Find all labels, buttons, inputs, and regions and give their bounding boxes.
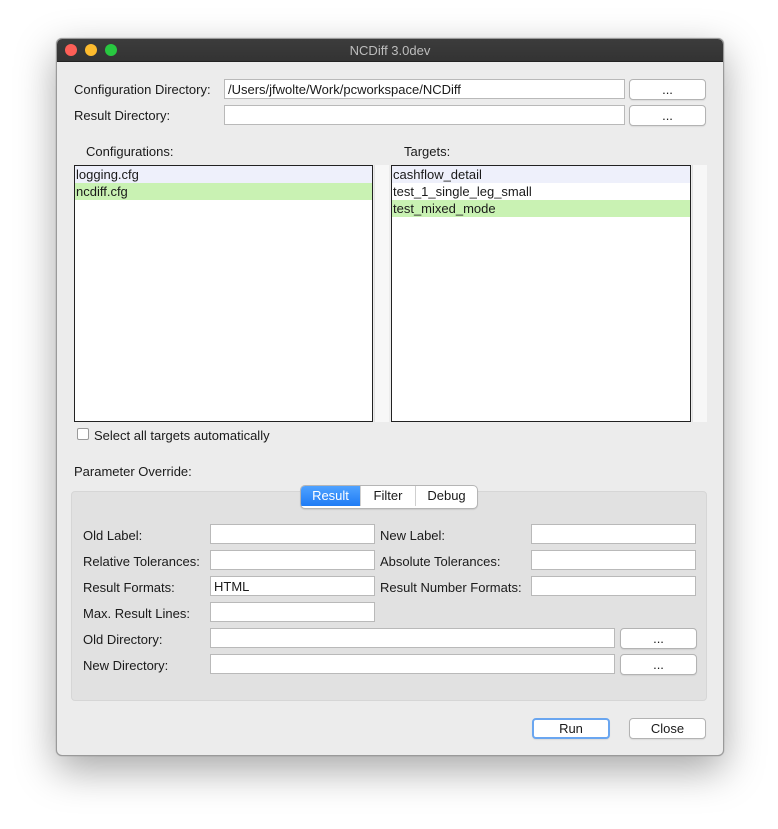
result-number-formats-label: Result Number Formats: bbox=[380, 580, 522, 595]
old-directory-browse-button[interactable]: ... bbox=[620, 628, 697, 649]
list-item[interactable]: test_1_single_leg_small bbox=[392, 183, 690, 200]
title-bar[interactable]: NCDiff 3.0dev bbox=[57, 39, 723, 62]
override-tabs: Result Filter Debug bbox=[300, 485, 478, 509]
absolute-tolerances-label: Absolute Tolerances: bbox=[380, 554, 501, 569]
targets-header: Targets: bbox=[404, 144, 451, 159]
config-directory-field[interactable]: /Users/jfwolte/Work/pcworkspace/NCDiff bbox=[224, 79, 625, 99]
old-label-field[interactable] bbox=[210, 524, 375, 544]
configurations-header: Configurations: bbox=[86, 144, 174, 159]
tab-filter[interactable]: Filter bbox=[360, 486, 415, 506]
tab-result[interactable]: Result bbox=[301, 486, 360, 506]
parameter-override-header: Parameter Override: bbox=[74, 464, 192, 479]
close-button[interactable]: Close bbox=[629, 718, 706, 739]
list-item[interactable]: test_mixed_mode bbox=[392, 200, 690, 217]
old-directory-label: Old Directory: bbox=[83, 632, 163, 647]
configurations-scrollbar[interactable] bbox=[374, 165, 389, 422]
new-directory-browse-button[interactable]: ... bbox=[620, 654, 697, 675]
result-formats-label: Result Formats: bbox=[83, 580, 175, 595]
max-result-lines-label: Max. Result Lines: bbox=[83, 606, 190, 621]
result-number-formats-field[interactable] bbox=[531, 576, 696, 596]
targets-list[interactable]: cashflow_detail test_1_single_leg_small … bbox=[391, 165, 691, 422]
select-all-checkbox[interactable] bbox=[77, 428, 89, 440]
old-label-label: Old Label: bbox=[83, 528, 143, 543]
relative-tolerances-label: Relative Tolerances: bbox=[83, 554, 200, 569]
result-directory-field[interactable] bbox=[224, 105, 625, 125]
configurations-list[interactable]: logging.cfg ncdiff.cfg bbox=[74, 165, 373, 422]
result-formats-field[interactable]: HTML bbox=[210, 576, 375, 596]
new-directory-label: New Directory: bbox=[83, 658, 169, 673]
old-directory-field[interactable] bbox=[210, 628, 615, 648]
new-directory-field[interactable] bbox=[210, 654, 615, 674]
absolute-tolerances-field[interactable] bbox=[531, 550, 696, 570]
tab-debug[interactable]: Debug bbox=[415, 486, 477, 506]
max-result-lines-field[interactable] bbox=[210, 602, 375, 622]
new-label-label: New Label: bbox=[380, 528, 446, 543]
list-item[interactable]: logging.cfg bbox=[75, 166, 372, 183]
window-title: NCDiff 3.0dev bbox=[349, 43, 431, 58]
targets-scrollbar[interactable] bbox=[692, 165, 707, 422]
config-directory-browse-button[interactable]: ... bbox=[629, 79, 706, 100]
main-window: NCDiff 3.0dev Configuration Directory: /… bbox=[56, 38, 724, 756]
relative-tolerances-field[interactable] bbox=[210, 550, 375, 570]
list-item[interactable]: cashflow_detail bbox=[392, 166, 690, 183]
new-label-field[interactable] bbox=[531, 524, 696, 544]
config-directory-label: Configuration Directory: bbox=[74, 82, 211, 97]
result-directory-browse-button[interactable]: ... bbox=[629, 105, 706, 126]
run-button[interactable]: Run bbox=[532, 718, 610, 739]
select-all-label: Select all targets automatically bbox=[94, 428, 270, 443]
result-directory-label: Result Directory: bbox=[74, 108, 171, 123]
list-item[interactable]: ncdiff.cfg bbox=[75, 183, 372, 200]
